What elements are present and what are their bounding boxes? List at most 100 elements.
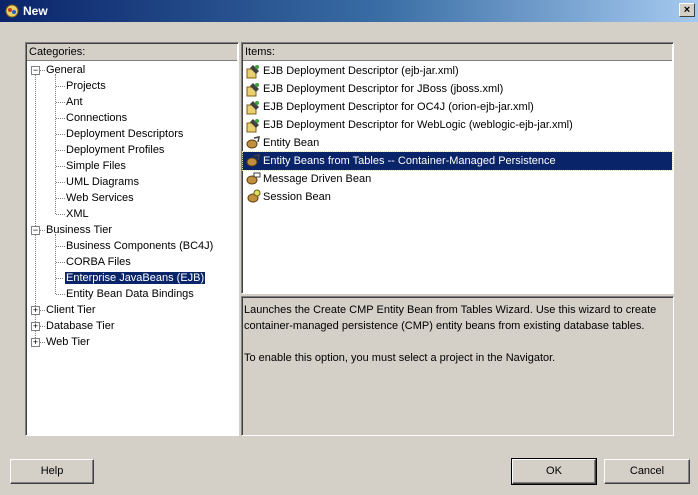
item-row[interactable]: Entity Beans from Tables -- Container-Ma…	[242, 151, 673, 171]
new-wizard-icon	[5, 4, 19, 18]
tree-category[interactable]: Web Tier	[45, 334, 91, 350]
tree-line	[56, 246, 65, 247]
collapse-icon[interactable]: −	[31, 226, 40, 235]
item-label: EJB Deployment Descriptor for JBoss (jbo…	[263, 83, 504, 95]
item-row[interactable]: Session Bean	[243, 188, 672, 206]
expand-icon[interactable]: +	[31, 322, 40, 331]
description-paragraph: Launches the Create CMP Entity Bean from…	[244, 304, 657, 332]
tree-subcategory[interactable]: Connections	[65, 110, 128, 126]
tree-category[interactable]: Database Tier	[45, 318, 115, 334]
descriptor-icon	[245, 63, 261, 79]
tree-category[interactable]: Business Tier	[45, 222, 113, 238]
tree-item-label: Connections	[66, 112, 128, 124]
item-label: EJB Deployment Descriptor (ejb-jar.xml)	[263, 65, 459, 77]
tree-item-label: UML Diagrams	[66, 176, 139, 188]
tree-item-label: XML	[66, 208, 89, 220]
tree-subcategory[interactable]: Simple Files	[65, 158, 127, 174]
tree-line	[56, 262, 65, 263]
tree-line	[56, 150, 65, 151]
categories-panel: Categories: General − Projects Ant Connectio…	[25, 42, 239, 436]
tree-line	[56, 278, 65, 279]
tree-item-label: Projects	[66, 80, 106, 92]
item-row[interactable]: EJB Deployment Descriptor (ejb-jar.xml)	[243, 62, 672, 80]
tree-line	[56, 294, 65, 295]
item-label: Session Bean	[263, 191, 331, 203]
tree-item-label: Deployment Descriptors	[66, 128, 184, 140]
entity-bean-icon	[245, 153, 261, 169]
window-title: New	[23, 4, 48, 18]
ok-button[interactable]: OK	[511, 458, 597, 485]
descriptor-icon	[245, 99, 261, 115]
item-row[interactable]: EJB Deployment Descriptor for WebLogic (…	[243, 116, 672, 134]
tree-item-label: Web Tier	[46, 336, 90, 348]
help-button-label: Help	[40, 465, 64, 477]
tree-item-label: Web Services	[66, 192, 134, 204]
item-label: Entity Bean	[263, 137, 320, 149]
item-row[interactable]: EJB Deployment Descriptor for JBoss (jbo…	[243, 80, 672, 98]
tree-item-label: Database Tier	[46, 320, 115, 332]
tree-subcategory[interactable]: Entity Bean Data Bindings	[65, 286, 195, 302]
tree-subcategory[interactable]: UML Diagrams	[65, 174, 140, 190]
title-bar[interactable]: New ×	[0, 0, 698, 22]
tree-line	[56, 214, 65, 215]
close-icon: ×	[683, 4, 691, 16]
tree-line	[56, 118, 65, 119]
tree-line	[56, 102, 65, 103]
description-panel: Launches the Create CMP Entity Bean from…	[241, 296, 674, 436]
tree-subcategory[interactable]: Enterprise JavaBeans (EJB)	[63, 270, 207, 286]
tree-subcategory[interactable]: XML	[65, 206, 90, 222]
session-bean-icon	[245, 189, 261, 205]
item-label: EJB Deployment Descriptor for WebLogic (…	[263, 119, 573, 131]
tree-line	[56, 182, 65, 183]
tree-line	[55, 74, 56, 214]
tree-subcategory[interactable]: Projects	[65, 78, 107, 94]
tree-item-label: Deployment Profiles	[66, 144, 165, 156]
new-dialog: New × Categories: General − Projects Ant Con…	[0, 0, 698, 495]
help-button[interactable]: Help	[10, 459, 94, 484]
cancel-button-label: Cancel	[629, 465, 665, 477]
item-row[interactable]: Entity Bean	[243, 134, 672, 152]
tree-subcategory[interactable]: Ant	[65, 94, 84, 110]
tree-item-label: Client Tier	[46, 304, 96, 316]
tree-category[interactable]: General	[45, 62, 86, 78]
description-text: Launches the Create CMP Entity Bean from…	[244, 302, 669, 382]
tree-line	[56, 86, 65, 87]
tree-line	[56, 166, 65, 167]
tree-item-label: Entity Bean Data Bindings	[66, 288, 194, 300]
items-header: Items:	[243, 44, 672, 61]
tree-line	[55, 234, 56, 294]
tree-line	[56, 198, 65, 199]
descriptor-icon	[245, 81, 261, 97]
tree-category[interactable]: Client Tier	[45, 302, 97, 318]
categories-header: Categories:	[27, 44, 237, 61]
tree-item-label: Business Components (BC4J)	[66, 240, 214, 252]
item-row[interactable]: EJB Deployment Descriptor for OC4J (orio…	[243, 98, 672, 116]
item-row[interactable]: Message Driven Bean	[243, 170, 672, 188]
entity-bean-icon	[245, 135, 261, 151]
cancel-button[interactable]: Cancel	[604, 459, 690, 484]
tree-subcategory[interactable]: Deployment Profiles	[65, 142, 165, 158]
tree-subcategory[interactable]: CORBA Files	[65, 254, 132, 270]
tree-item-label: Enterprise JavaBeans (EJB)	[63, 271, 207, 285]
expand-icon[interactable]: +	[31, 338, 40, 347]
tree-item-label: Ant	[66, 96, 83, 108]
ok-button-label: OK	[546, 465, 562, 477]
tree-subcategory[interactable]: Deployment Descriptors	[65, 126, 184, 142]
tree-line	[35, 70, 36, 342]
tree-item-label: General	[46, 64, 86, 76]
item-label: EJB Deployment Descriptor for OC4J (orio…	[263, 101, 534, 113]
items-panel: Items: EJB Deployment Descriptor (ejb-ja…	[241, 42, 674, 294]
tree-line	[56, 134, 65, 135]
close-button[interactable]: ×	[679, 3, 695, 17]
tree-item-label: CORBA Files	[66, 256, 131, 268]
categories-tree[interactable]: General − Projects Ant Connections Deployment…	[26, 62, 238, 434]
items-list[interactable]: EJB Deployment Descriptor (ejb-jar.xml) E…	[242, 62, 673, 292]
item-label: Message Driven Bean	[263, 173, 372, 185]
descriptor-icon	[245, 117, 261, 133]
tree-item-label: Business Tier	[46, 224, 113, 236]
tree-subcategory[interactable]: Business Components (BC4J)	[65, 238, 214, 254]
item-label: Entity Beans from Tables -- Container-Ma…	[263, 155, 556, 167]
expand-icon[interactable]: +	[31, 306, 40, 315]
tree-subcategory[interactable]: Web Services	[65, 190, 135, 206]
collapse-icon[interactable]: −	[31, 66, 40, 75]
